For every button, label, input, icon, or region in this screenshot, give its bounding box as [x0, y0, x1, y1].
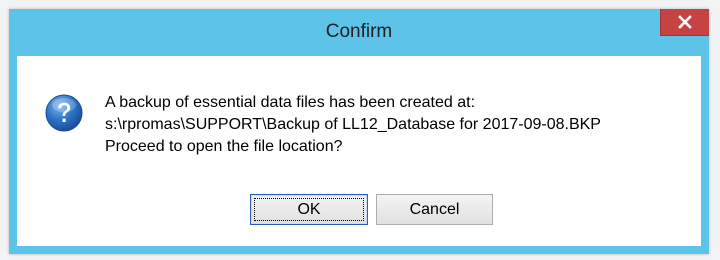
ok-button-label: OK	[297, 200, 321, 218]
close-icon	[678, 15, 692, 29]
message-line: Proceed to open the file location?	[105, 138, 343, 155]
dialog-title: Confirm	[325, 21, 393, 42]
message-line-path: s:\rpromas\SUPPORT\Backup of LL12_Databa…	[105, 116, 601, 133]
desktop-background: Confirm A backup of essential data files…	[0, 0, 720, 260]
message-text: A backup of essential data files has bee…	[105, 92, 601, 158]
message-line: A backup of essential data files has bee…	[105, 94, 476, 111]
title-bar[interactable]: Confirm	[9, 9, 709, 56]
question-icon	[45, 94, 83, 132]
cancel-button[interactable]: Cancel	[376, 194, 493, 225]
confirm-dialog: Confirm A backup of essential data files…	[9, 9, 709, 254]
ok-button[interactable]: OK	[250, 194, 368, 225]
cancel-button-label: Cancel	[409, 200, 460, 218]
dialog-content: A backup of essential data files has bee…	[17, 56, 701, 246]
close-button[interactable]	[660, 9, 709, 36]
